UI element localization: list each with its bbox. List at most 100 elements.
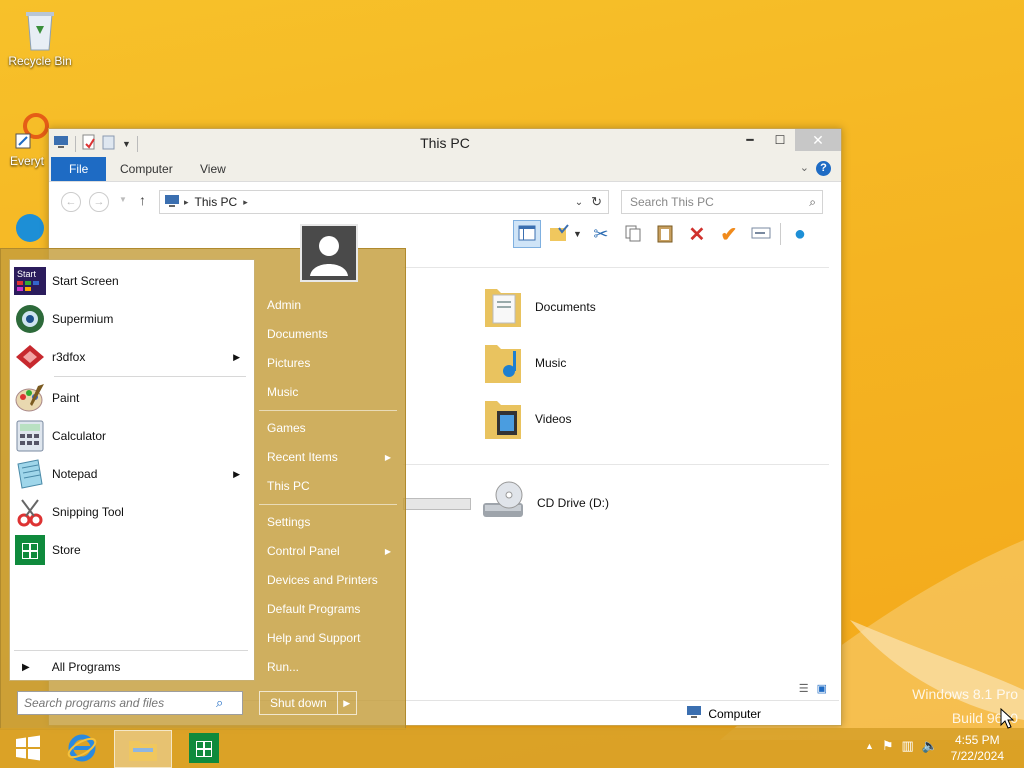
start-search-box[interactable]: ⌕ — [17, 691, 243, 715]
start-item-store[interactable]: Store — [14, 533, 250, 567]
clock-time: 4:55 PM — [954, 733, 1000, 747]
window-title: This PC — [420, 135, 470, 151]
start-link-admin[interactable]: Admin — [267, 298, 397, 312]
start-button[interactable] — [0, 730, 56, 766]
submenu-arrow-icon: ▶ — [384, 453, 391, 462]
folder-label: Music — [535, 355, 567, 370]
explorer-titlebar[interactable]: ▼ This PC ━ ☐ ✕ — [49, 129, 841, 157]
folder-label: Documents — [535, 299, 596, 314]
submenu-arrow-icon: ▶ — [384, 547, 391, 556]
details-view-icon[interactable]: ☰ — [799, 682, 809, 695]
network-icon[interactable]: ▥ — [902, 738, 914, 754]
start-item-supermium[interactable]: Supermium — [14, 302, 250, 336]
start-right-divider — [259, 410, 397, 411]
start-item-notepad[interactable]: Notepad ▶ — [14, 457, 250, 491]
everything-icon — [14, 112, 50, 152]
start-link-settings[interactable]: Settings — [267, 515, 397, 529]
copy-button[interactable] — [620, 221, 646, 247]
rename-button[interactable] — [748, 221, 774, 247]
folder-music[interactable]: Music — [483, 337, 566, 388]
dropdown-icon[interactable]: ▼ — [573, 229, 582, 239]
start-link-help-support[interactable]: Help and Support — [267, 631, 397, 645]
shutdown-button[interactable]: Shut down — [260, 692, 337, 714]
folder-documents[interactable]: Documents — [483, 281, 596, 332]
taskbar-store[interactable] — [176, 730, 232, 766]
close-button[interactable]: ✕ — [795, 129, 841, 151]
recent-locations-icon[interactable]: ▼ — [119, 195, 127, 204]
large-icons-view-icon[interactable]: ▣ — [817, 682, 827, 695]
edge-icon — [12, 212, 44, 244]
forward-button[interactable]: → — [89, 192, 109, 212]
taskbar-file-explorer[interactable] — [114, 730, 172, 768]
minimize-button[interactable]: ━ — [735, 129, 765, 151]
action-center-icon[interactable]: ⚑ — [882, 738, 894, 754]
scissors-icon: ✂ — [593, 223, 609, 244]
properties-button[interactable] — [547, 221, 573, 247]
forward-arrow-icon: → — [93, 196, 105, 208]
everything-desktop-icon[interactable]: Everyt — [0, 112, 50, 168]
system-tray: ▲ ⚑ ▥ 🔈 — [865, 738, 938, 754]
address-dropdown-icon[interactable]: ⌄ — [575, 197, 583, 208]
start-item-label: Calculator — [52, 429, 107, 443]
ribbon-expand-icon[interactable]: ⌄ — [800, 161, 809, 174]
chat-button[interactable]: ● — [787, 221, 813, 247]
taskbar-internet-explorer[interactable] — [54, 730, 110, 766]
start-link-label: Recent Items — [267, 450, 338, 464]
tab-file[interactable]: File — [51, 157, 107, 181]
start-item-start-screen[interactable]: Start Start Screen — [14, 264, 250, 298]
start-link-control-panel[interactable]: Control Panel ▶ — [267, 544, 397, 558]
maximize-button[interactable]: ☐ — [765, 129, 795, 151]
help-icon[interactable]: ? — [816, 161, 831, 176]
start-link-this-pc[interactable]: This PC — [267, 479, 397, 493]
volume-muted-icon[interactable]: 🔈 — [922, 738, 938, 754]
address-text: This PC — [194, 195, 238, 209]
command-toolbar: ▼ ✂ ✕ ✔ ● — [513, 219, 843, 249]
triangle-right-icon: ▶ — [22, 661, 30, 673]
address-bar[interactable]: ▸ This PC ▸ ⌄ ↻ — [159, 190, 609, 214]
cut-button[interactable]: ✂ — [588, 221, 614, 247]
computer-icon — [164, 194, 180, 211]
r3dfox-icon — [14, 341, 46, 373]
recycle-bin-desktop-icon[interactable]: Recycle Bin — [4, 8, 76, 68]
tab-view[interactable]: View — [186, 157, 240, 181]
start-link-label: Control Panel — [267, 544, 340, 558]
start-item-calculator[interactable]: Calculator — [14, 419, 250, 453]
start-link-run[interactable]: Run... — [267, 660, 397, 674]
start-search-input[interactable] — [22, 695, 216, 711]
browser-desktop-icon[interactable] — [10, 212, 46, 246]
start-item-r3dfox[interactable]: r3dfox ▶ — [14, 340, 250, 374]
folder-check-icon — [549, 223, 571, 245]
check-button[interactable]: ✔ — [716, 221, 742, 247]
mouse-cursor-icon — [1000, 708, 1015, 729]
tab-computer[interactable]: Computer — [106, 157, 187, 181]
up-arrow-icon[interactable]: ↑ — [139, 192, 146, 208]
folder-videos[interactable]: Videos — [483, 393, 571, 444]
cd-drive[interactable]: CD Drive (D:) — [481, 479, 609, 526]
start-link-devices-printers[interactable]: Devices and Printers — [267, 573, 397, 587]
triangle-right-icon: ▶ — [343, 697, 351, 708]
search-box[interactable]: Search This PC ⌕ — [621, 190, 823, 214]
delete-button[interactable]: ✕ — [684, 221, 710, 247]
start-link-games[interactable]: Games — [267, 421, 397, 435]
user-avatar[interactable] — [300, 224, 358, 282]
show-hidden-icons-icon[interactable]: ▲ — [865, 741, 874, 751]
start-link-default-programs[interactable]: Default Programs — [267, 602, 397, 616]
all-programs-button[interactable]: ▶ All Programs — [18, 660, 258, 674]
folder-documents-icon — [483, 281, 523, 332]
taskbar-clock[interactable]: 4:55 PM 7/22/2024 — [951, 732, 1004, 764]
start-item-snipping-tool[interactable]: Snipping Tool — [14, 495, 250, 529]
status-location-label: Computer — [708, 706, 761, 721]
drive-usage-bar — [403, 498, 471, 510]
window-controls: ━ ☐ ✕ — [735, 129, 841, 151]
paste-button[interactable] — [652, 221, 678, 247]
preview-pane-button[interactable] — [513, 220, 541, 248]
start-link-pictures[interactable]: Pictures — [267, 356, 397, 370]
start-link-music[interactable]: Music — [267, 385, 397, 399]
watermark-edition: Windows 8.1 Pro — [912, 686, 1018, 702]
back-button[interactable]: ← — [61, 192, 81, 212]
start-link-documents[interactable]: Documents — [267, 327, 397, 341]
shutdown-options-button[interactable]: ▶ — [336, 692, 356, 714]
refresh-icon[interactable]: ↻ — [591, 194, 602, 210]
start-link-recent-items[interactable]: Recent Items ▶ — [267, 450, 397, 464]
start-item-paint[interactable]: Paint — [14, 381, 250, 415]
